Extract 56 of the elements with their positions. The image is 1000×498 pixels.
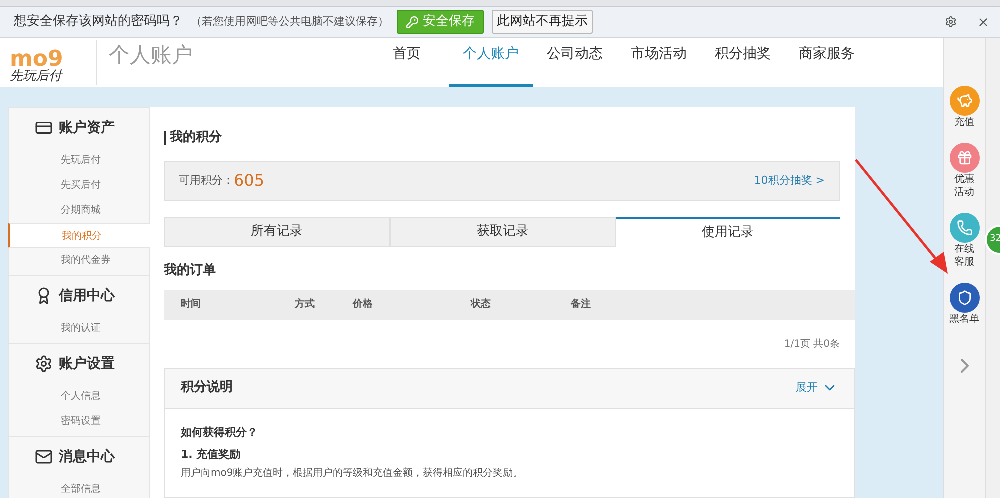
nav-link[interactable]: 公司动态 (533, 38, 617, 87)
nav-link[interactable]: 积分抽奖 (701, 38, 785, 87)
explanation-title: 积分说明 (181, 379, 233, 398)
sidebar-item[interactable]: 分期商城 (9, 198, 149, 223)
gear-icon (35, 355, 53, 373)
sidebar-item[interactable]: 密码设置 (9, 409, 149, 434)
nav-link[interactable]: 市场活动 (617, 38, 701, 87)
card-icon (35, 119, 53, 137)
float-link[interactable]: 在线客服 (952, 243, 976, 269)
sidebar-group-title: 信用中心 (59, 286, 115, 306)
section-title: 我的积分 (164, 131, 222, 145)
float-link[interactable]: 充值 (952, 116, 976, 129)
sidebar-group-title: 消息中心 (59, 448, 115, 466)
sidebar-item[interactable]: 先玩后付 (9, 148, 149, 173)
column-header: 价格 (353, 298, 374, 312)
password-note: （若您使用网吧等公共电脑不建议保存） (191, 14, 389, 30)
orders-title: 我的订单 (164, 262, 216, 280)
close-icon[interactable] (977, 16, 990, 28)
pagination: 1/1页 共0条 (784, 338, 840, 352)
expand-toggle[interactable]: 展开 (796, 380, 838, 396)
settings-icon[interactable] (945, 16, 957, 28)
sidebar-item[interactable]: 全部信息 (9, 477, 149, 498)
envelope-icon (35, 448, 53, 466)
rule-heading: 1. 充值奖励 (181, 447, 241, 463)
phone-icon[interactable] (950, 213, 980, 243)
gift-icon[interactable] (950, 143, 980, 173)
logo-slogan: 先玩后付 (10, 70, 64, 83)
piggy-bank-icon[interactable] (950, 86, 980, 116)
sidebar-item[interactable]: 先买后付 (9, 173, 149, 198)
float-link[interactable]: 优惠活动 (952, 173, 976, 199)
password-prompt: 想安全保存该网站的密码吗？ (14, 13, 183, 32)
question-heading: 如何获得积分？ (181, 424, 258, 440)
column-header: 状态 (471, 298, 492, 312)
never-button[interactable]: 此网站不再提示 (492, 10, 593, 34)
sidebar-group-title: 账户设置 (59, 354, 115, 374)
logo-mark: mo9 (10, 50, 64, 70)
sidebar-item[interactable]: 个人信息 (9, 384, 149, 409)
column-header: 备注 (571, 297, 592, 312)
key-icon (406, 16, 419, 28)
sidebar-item[interactable]: 我的认证 (9, 316, 149, 341)
lottery-link[interactable]: 10积分抽奖 > (754, 172, 825, 190)
sidebar-group-title: 账户资产 (59, 118, 115, 138)
sidebar-item[interactable]: 我的代金券 (9, 248, 149, 273)
nav-link[interactable]: 商家服务 (785, 38, 869, 87)
nav-link[interactable]: 个人账户 (449, 38, 533, 87)
float-link[interactable]: 黑名单 (948, 313, 982, 326)
nav-link[interactable]: 首页 (365, 38, 449, 87)
column-header: 时间 (181, 298, 202, 312)
record-tab[interactable]: 所有记录 (164, 217, 390, 247)
rule-text: 用户向mo9账户充值时，根据用户的等级和充值金额，获得相应的积分奖励。 (181, 466, 524, 480)
shield-icon[interactable] (950, 283, 980, 313)
page-title: 个人账户 (109, 42, 193, 69)
points-label: 可用积分： (179, 172, 234, 189)
record-tab[interactable]: 获取记录 (390, 217, 616, 247)
column-header: 方式 (295, 297, 316, 312)
points-value: 605 (234, 170, 265, 192)
